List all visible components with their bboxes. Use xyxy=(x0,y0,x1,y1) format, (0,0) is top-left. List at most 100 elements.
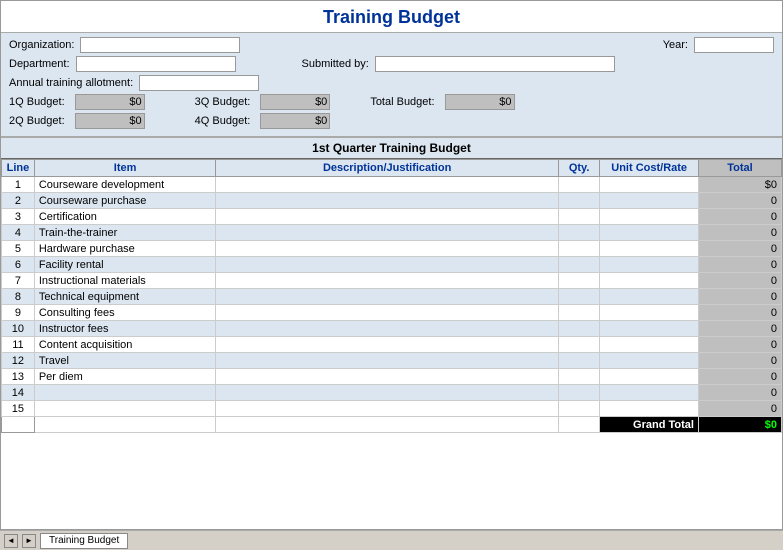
q2-input[interactable] xyxy=(75,113,145,129)
cell-unit[interactable] xyxy=(600,177,699,193)
col-header-line: Line xyxy=(2,160,35,177)
cell-item: Instructional materials xyxy=(34,273,216,289)
cell-line: 2 xyxy=(2,193,35,209)
table-row: 140 xyxy=(2,385,782,401)
org-input[interactable] xyxy=(80,37,240,53)
allotment-label: Annual training allotment: xyxy=(9,77,133,89)
cell-unit[interactable] xyxy=(600,385,699,401)
cell-total: 0 xyxy=(698,337,781,353)
cell-qty[interactable] xyxy=(558,385,600,401)
cell-qty[interactable] xyxy=(558,305,600,321)
cell-unit[interactable] xyxy=(600,353,699,369)
grand-total-row: Grand Total$0 xyxy=(2,417,782,433)
form-row-2: Department: Submitted by: xyxy=(9,56,774,72)
cell-desc[interactable] xyxy=(216,177,558,193)
cell-desc[interactable] xyxy=(216,385,558,401)
cell-line: 6 xyxy=(2,257,35,273)
cell-unit[interactable] xyxy=(600,273,699,289)
cell-desc[interactable] xyxy=(216,241,558,257)
cell-unit[interactable] xyxy=(600,241,699,257)
cell-desc[interactable] xyxy=(216,209,558,225)
cell-desc[interactable] xyxy=(216,193,558,209)
col-header-total: Total xyxy=(698,160,781,177)
q3-input[interactable] xyxy=(260,94,330,110)
q4-label: 4Q Budget: xyxy=(195,115,251,127)
cell-qty[interactable] xyxy=(558,209,600,225)
form-area: Organization: Year: Department: Submitte… xyxy=(1,32,782,137)
table-row: 8Technical equipment 0 xyxy=(2,289,782,305)
cell-line: 1 xyxy=(2,177,35,193)
cell-desc[interactable] xyxy=(216,353,558,369)
allotment-input[interactable] xyxy=(139,75,259,91)
cell-line: 7 xyxy=(2,273,35,289)
cell-total: 0 xyxy=(698,209,781,225)
tab-label: Training Budget xyxy=(49,535,119,546)
cell-total: 0 xyxy=(698,257,781,273)
cell-qty[interactable] xyxy=(558,321,600,337)
cell-unit[interactable] xyxy=(600,193,699,209)
cell-unit[interactable] xyxy=(600,305,699,321)
table-row: 6Facility rental0 xyxy=(2,257,782,273)
cell-qty[interactable] xyxy=(558,273,600,289)
dept-input[interactable] xyxy=(76,56,236,72)
cell-unit[interactable] xyxy=(600,289,699,305)
cell-unit[interactable] xyxy=(600,209,699,225)
cell-qty[interactable] xyxy=(558,353,600,369)
col-header-unit: Unit Cost/Rate xyxy=(600,160,699,177)
cell-desc[interactable] xyxy=(216,337,558,353)
cell-desc[interactable] xyxy=(216,289,558,305)
grand-total-value: $0 xyxy=(698,417,781,433)
cell-qty[interactable] xyxy=(558,401,600,417)
budget-row-2: 2Q Budget: 4Q Budget: xyxy=(9,113,774,129)
table-row: 9Consulting fees0 xyxy=(2,305,782,321)
cell-unit[interactable] xyxy=(600,369,699,385)
cell-item: Consulting fees xyxy=(34,305,216,321)
training-budget-tab[interactable]: Training Budget xyxy=(40,533,128,549)
cell-qty[interactable] xyxy=(558,289,600,305)
cell-qty[interactable] xyxy=(558,369,600,385)
cell-desc[interactable] xyxy=(216,273,558,289)
cell-total: 0 xyxy=(698,289,781,305)
table-header-row: Line Item Description/Justification Qty.… xyxy=(2,160,782,177)
cell-desc[interactable] xyxy=(216,401,558,417)
cell-unit[interactable] xyxy=(600,321,699,337)
q1-input[interactable] xyxy=(75,94,145,110)
q4-input[interactable] xyxy=(260,113,330,129)
total-input[interactable] xyxy=(445,94,515,110)
cell-unit[interactable] xyxy=(600,257,699,273)
cell-desc[interactable] xyxy=(216,369,558,385)
cell-unit[interactable] xyxy=(600,225,699,241)
taskbar: ◄ ► Training Budget xyxy=(0,530,783,550)
cell-qty[interactable] xyxy=(558,177,600,193)
nav-right-arrow[interactable]: ► xyxy=(22,534,36,548)
col-header-qty: Qty. xyxy=(558,160,600,177)
submitted-label: Submitted by: xyxy=(302,58,369,70)
cell-total: 0 xyxy=(698,401,781,417)
cell-line: 15 xyxy=(2,401,35,417)
cell-total: 0 xyxy=(698,353,781,369)
cell-desc[interactable] xyxy=(216,257,558,273)
table-row: 12Travel0 xyxy=(2,353,782,369)
q1-label: 1Q Budget: xyxy=(9,96,65,108)
cell-desc[interactable] xyxy=(216,321,558,337)
cell-qty[interactable] xyxy=(558,193,600,209)
cell-qty[interactable] xyxy=(558,257,600,273)
cell-item: Technical equipment xyxy=(34,289,216,305)
cell-line: 9 xyxy=(2,305,35,321)
cell-desc[interactable] xyxy=(216,305,558,321)
cell-total: 0 xyxy=(698,193,781,209)
cell-qty[interactable] xyxy=(558,337,600,353)
cell-unit[interactable] xyxy=(600,337,699,353)
cell-qty[interactable] xyxy=(558,225,600,241)
cell-unit[interactable] xyxy=(600,401,699,417)
cell-line: 11 xyxy=(2,337,35,353)
submitted-input[interactable] xyxy=(375,56,615,72)
q3-label: 3Q Budget: xyxy=(195,96,251,108)
cell-line: 10 xyxy=(2,321,35,337)
nav-left-arrow[interactable]: ◄ xyxy=(4,534,18,548)
col-header-desc: Description/Justification xyxy=(216,160,558,177)
year-input[interactable] xyxy=(694,37,774,53)
cell-qty[interactable] xyxy=(558,241,600,257)
cell-desc[interactable] xyxy=(216,225,558,241)
cell-line: 8 xyxy=(2,289,35,305)
